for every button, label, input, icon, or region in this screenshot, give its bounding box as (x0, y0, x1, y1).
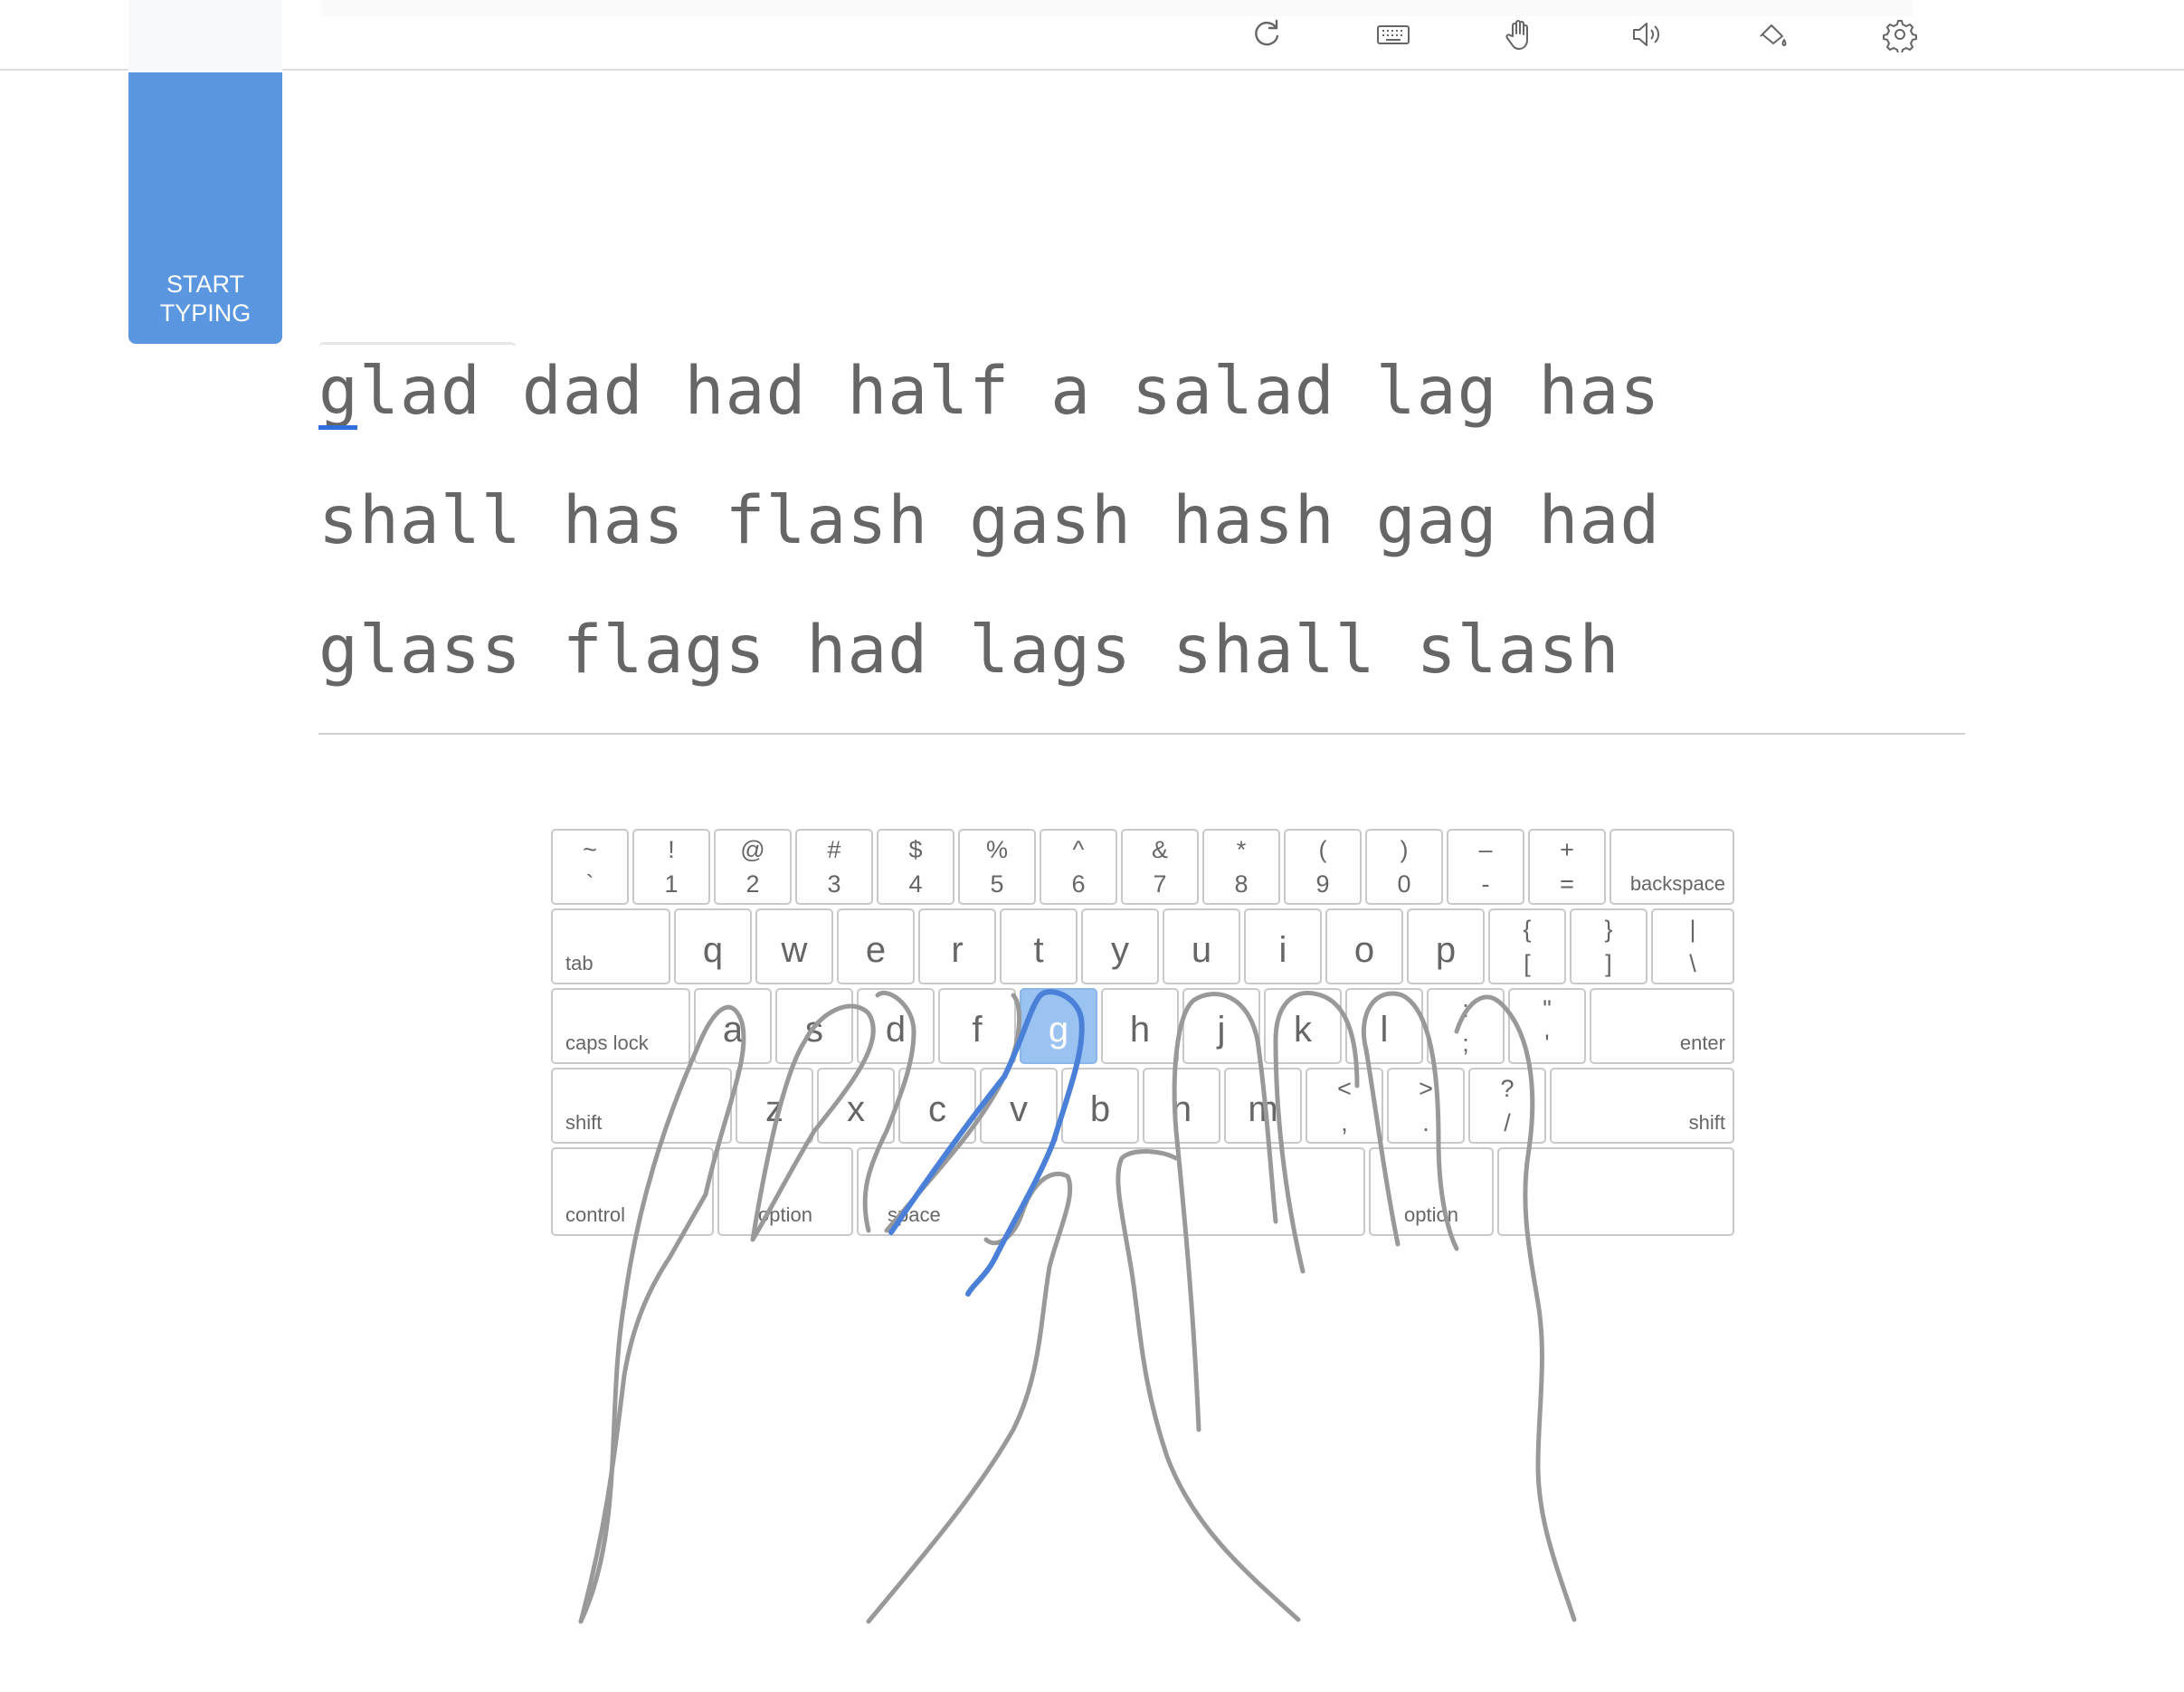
key-enter[interactable]: enter (1590, 988, 1734, 1064)
key-c[interactable]: c (898, 1068, 976, 1144)
key-r[interactable]: r (918, 908, 996, 984)
lesson-line-3: glass flags had lags shall slash (318, 612, 1620, 689)
key-p[interactable]: p (1407, 908, 1485, 984)
refresh-icon[interactable] (1247, 14, 1287, 54)
start-label-line1: START (166, 271, 244, 298)
key-5[interactable]: % 5 (958, 829, 1036, 905)
key-period[interactable]: >. (1387, 1068, 1465, 1144)
key-2[interactable]: @2 (714, 829, 792, 905)
key-minus[interactable]: – - (1447, 829, 1524, 905)
key-tab[interactable]: tab (551, 908, 670, 984)
key-h[interactable]: h (1101, 988, 1179, 1064)
key-y[interactable]: y (1081, 908, 1159, 984)
key-backtick[interactable]: ~ ` (551, 829, 629, 905)
lesson-text: glad dad had half a salad lag has shall … (318, 348, 1965, 737)
lesson-line-2: shall has flash gash hash gag had (318, 482, 1661, 559)
key-a[interactable]: a (694, 988, 772, 1064)
key-w[interactable]: w (755, 908, 833, 984)
settings-icon[interactable] (1880, 14, 1920, 54)
key-n[interactable]: n (1143, 1068, 1220, 1144)
key-b[interactable]: b (1061, 1068, 1139, 1144)
start-label-line2: TYPING (159, 299, 252, 327)
key-8[interactable]: * 8 (1202, 829, 1280, 905)
top-toolbar (0, 0, 2184, 71)
key-7[interactable]: & 7 (1121, 829, 1199, 905)
line1-rest: lad dad had half a salad lag has (358, 353, 1661, 430)
key-left-bracket[interactable]: {[ (1488, 908, 1566, 984)
key-s[interactable]: s (775, 988, 853, 1064)
key-i[interactable]: i (1244, 908, 1322, 984)
toolbar-strip (320, 0, 1913, 16)
hand-icon[interactable] (1500, 14, 1540, 54)
key-option-right[interactable]: option (1369, 1147, 1494, 1236)
key-6[interactable]: ^ 6 (1040, 829, 1117, 905)
key-quote[interactable]: " ' (1508, 988, 1586, 1064)
key-u[interactable]: u (1163, 908, 1240, 984)
key-9[interactable]: (9 (1284, 829, 1362, 905)
key-shift-right[interactable]: shift (1550, 1068, 1734, 1144)
key-backspace[interactable]: backspace (1610, 829, 1734, 905)
key-z[interactable]: z (736, 1068, 813, 1144)
key-shift-left[interactable]: shift (551, 1068, 732, 1144)
key-fn[interactable] (1497, 1147, 1734, 1236)
key-x[interactable]: x (817, 1068, 895, 1144)
start-typing-button[interactable]: START TYPING (128, 72, 282, 344)
key-option-left[interactable]: option (717, 1147, 853, 1236)
key-comma[interactable]: <, (1306, 1068, 1383, 1144)
key-t[interactable]: t (1000, 908, 1078, 984)
key-right-bracket[interactable]: }] (1570, 908, 1647, 984)
virtual-keyboard: ~ ` ! 1 @2 #3 $4 % 5 ^ 6 & 7 * 8 (9 ) 0 – - + = b… (551, 829, 1734, 1236)
key-0[interactable]: ) 0 (1365, 829, 1443, 905)
key-k[interactable]: k (1264, 988, 1342, 1064)
key-l[interactable]: l (1345, 988, 1423, 1064)
key-caps-lock[interactable]: caps lock (551, 988, 690, 1064)
text-divider (318, 733, 1965, 735)
key-d[interactable]: d (857, 988, 935, 1064)
keyboard-icon[interactable] (1373, 14, 1413, 54)
paint-bucket-icon[interactable] (1753, 14, 1793, 54)
key-v[interactable]: v (980, 1068, 1058, 1144)
key-o[interactable]: o (1325, 908, 1403, 984)
lesson-line-1: glad dad had half a salad lag has (318, 348, 1965, 478)
key-space[interactable]: space (857, 1147, 1365, 1236)
current-character: g (318, 348, 359, 435)
key-backslash[interactable]: | \ (1651, 908, 1734, 984)
key-g[interactable]: g (1020, 988, 1097, 1064)
key-slash[interactable]: ? / (1468, 1068, 1546, 1144)
sidebar-top (128, 0, 282, 71)
key-m[interactable]: m (1224, 1068, 1302, 1144)
key-4[interactable]: $4 (877, 829, 954, 905)
key-q[interactable]: q (674, 908, 752, 984)
key-1[interactable]: ! 1 (632, 829, 710, 905)
key-control[interactable]: control (551, 1147, 714, 1236)
key-semicolon[interactable]: :; (1427, 988, 1505, 1064)
key-j[interactable]: j (1182, 988, 1260, 1064)
key-3[interactable]: #3 (795, 829, 873, 905)
key-e[interactable]: e (837, 908, 915, 984)
key-equals[interactable]: + = (1528, 829, 1606, 905)
sound-icon[interactable] (1627, 14, 1666, 54)
key-f[interactable]: f (938, 988, 1016, 1064)
